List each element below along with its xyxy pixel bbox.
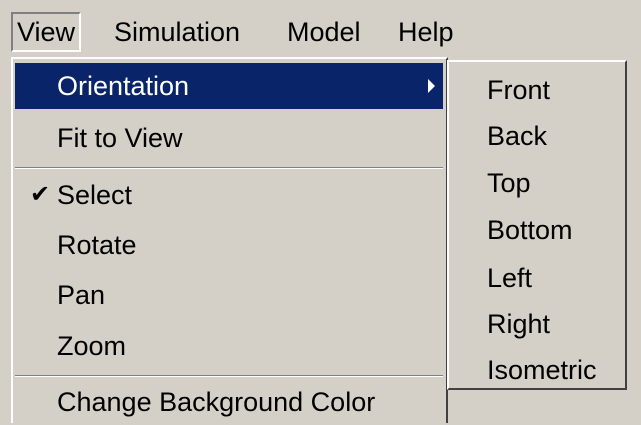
submenu-item-front[interactable]: Front (449, 68, 625, 112)
menu-item-zoom[interactable]: Zoom (15, 323, 443, 369)
submenu-arrow-icon (428, 79, 435, 93)
submenu-item-label: Isometric (487, 355, 597, 385)
menu-item-label: Fit to View (57, 123, 183, 153)
menu-view[interactable]: View (11, 12, 82, 52)
view-menu-dropdown: Orientation Fit to View ✔ Select Rotate … (11, 57, 448, 423)
menu-item-change-background-color[interactable]: Change Background Color (15, 379, 443, 425)
submenu-item-label: Back (487, 121, 548, 151)
orientation-submenu: Front Back Top Bottom Left Right Isometr… (447, 60, 627, 390)
menu-separator (15, 375, 443, 377)
submenu-item-isometric[interactable]: Isometric (449, 348, 625, 392)
menu-item-orientation[interactable]: Orientation (15, 63, 443, 109)
checkmark-icon: ✔ (30, 181, 51, 208)
menu-item-label: Pan (57, 280, 106, 310)
submenu-item-label: Left (487, 263, 533, 293)
submenu-item-left[interactable]: Left (449, 256, 625, 300)
submenu-item-label: Right (487, 309, 551, 339)
submenu-item-label: Top (487, 168, 531, 198)
menu-help[interactable]: Help (394, 12, 458, 52)
menu-item-fit-to-view[interactable]: Fit to View (15, 115, 443, 161)
menu-item-label: Zoom (57, 331, 127, 361)
menu-model[interactable]: Model (283, 12, 365, 52)
menu-item-pan[interactable]: Pan (15, 272, 443, 318)
submenu-item-label: Bottom (487, 215, 573, 245)
submenu-item-right[interactable]: Right (449, 302, 625, 346)
menu-item-select[interactable]: ✔ Select (15, 172, 443, 218)
submenu-item-back[interactable]: Back (449, 114, 625, 158)
submenu-item-bottom[interactable]: Bottom (449, 208, 625, 252)
submenu-item-top[interactable]: Top (449, 161, 625, 205)
menu-separator (15, 167, 443, 169)
menu-item-label: Change Background Color (57, 387, 376, 417)
menu-item-label: Orientation (57, 71, 190, 101)
menu-item-label: Rotate (57, 230, 137, 260)
submenu-item-label: Front (487, 75, 551, 105)
menu-item-rotate[interactable]: Rotate (15, 222, 443, 268)
menu-item-label: Select (57, 180, 133, 210)
menu-bar: View Simulation Model Help (0, 0, 641, 56)
menu-simulation[interactable]: Simulation (110, 12, 244, 52)
